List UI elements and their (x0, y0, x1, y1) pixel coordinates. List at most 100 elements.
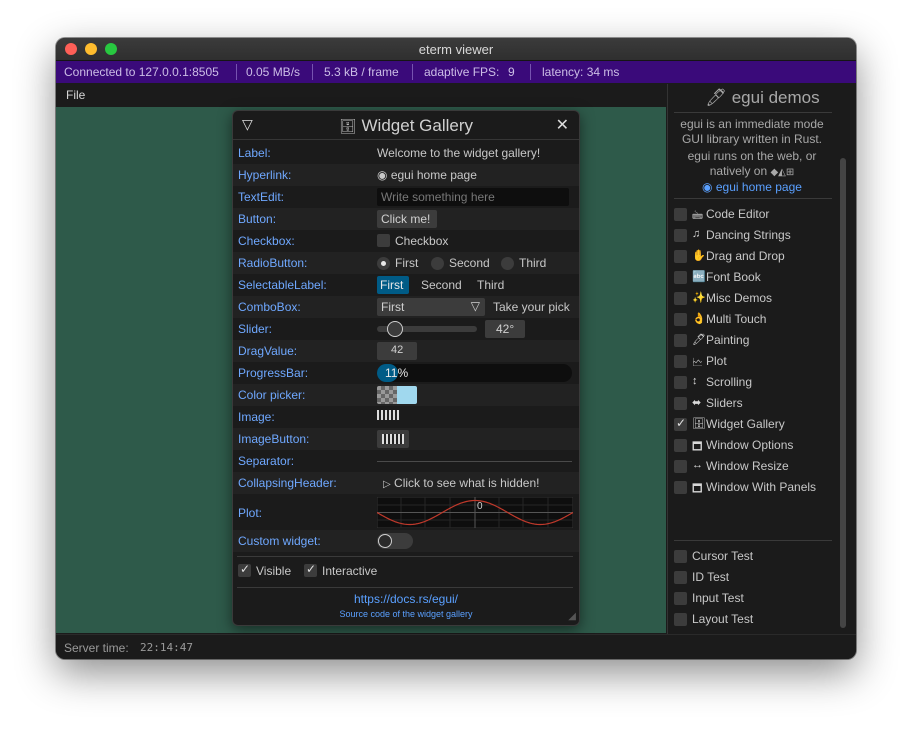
demo-label: Code Editor (706, 207, 770, 221)
demo-checkbox[interactable] (674, 439, 687, 452)
demo-checkbox[interactable] (674, 208, 687, 221)
sine-plot[interactable]: 0 (377, 497, 573, 528)
demo-checkbox[interactable] (674, 376, 687, 389)
test-label: Layout Test (692, 612, 754, 626)
demo-item[interactable]: ♫ Dancing Strings (674, 227, 834, 245)
demo-item[interactable]: 🔤 Font Book (674, 269, 834, 287)
docs-link[interactable]: https://docs.rs/egui/ (233, 592, 579, 606)
combo-box[interactable]: First ▽ (377, 298, 485, 316)
image-button[interactable] (377, 430, 409, 448)
demo-icon: ♫ (692, 228, 701, 240)
demo-item[interactable]: ⬌ Sliders (674, 395, 834, 413)
texture-image (377, 410, 399, 420)
demo-icon: 👌 (692, 313, 706, 325)
sidebar-description-2: egui runs on the web, or natively on (687, 149, 817, 178)
demo-checkbox[interactable] (674, 355, 687, 368)
test-item[interactable]: Cursor Test (674, 548, 834, 566)
slider-handle[interactable] (387, 321, 403, 337)
row-progressbar: ProgressBar: 11% (233, 362, 579, 384)
demo-item[interactable]: ✨ Misc Demos (674, 290, 834, 308)
row-plot: Plot: 0 (233, 494, 579, 530)
text-edit-input[interactable]: Write something here (377, 188, 569, 206)
radio-second[interactable] (431, 257, 444, 270)
demo-icon: 🖮 (692, 210, 703, 222)
demo-icon: 🗖 (692, 441, 703, 453)
demo-checkbox[interactable] (674, 397, 687, 410)
demo-checkbox[interactable] (674, 313, 687, 326)
interactive-checkbox[interactable] (304, 562, 317, 577)
demo-item[interactable]: 🖮 Code Editor (674, 206, 834, 224)
test-item[interactable]: Input Test (674, 590, 834, 608)
demo-icon: ↔ (692, 459, 703, 471)
demo-label: Window Resize (706, 459, 789, 473)
demo-icon: ✋ (692, 250, 706, 262)
test-checkbox[interactable] (674, 571, 687, 584)
widget-gallery-window: ▽ 🗄 Widget Gallery ✕ Label: Welcome to t… (232, 110, 580, 626)
drag-value[interactable]: 42 (377, 342, 417, 360)
demo-checkbox[interactable] (674, 271, 687, 284)
row-custom: Custom widget: (233, 530, 579, 552)
fps-value: 9 (508, 65, 515, 79)
demo-icon: ⬌ (692, 397, 702, 409)
demo-item[interactable]: 👌 Multi Touch (674, 311, 834, 329)
demo-icon: 🗄 (692, 418, 706, 430)
demo-checkbox[interactable] (674, 416, 687, 431)
test-checkbox[interactable] (674, 550, 687, 563)
test-item[interactable]: ID Test (674, 569, 834, 587)
demo-checkbox[interactable] (674, 460, 687, 473)
connection-status: Connected to 127.0.0.1:8505 (64, 65, 219, 79)
demo-label: Sliders (706, 396, 743, 410)
visible-checkbox[interactable] (238, 562, 251, 577)
app-window: eterm viewer Connected to 127.0.0.1:8505… (56, 38, 856, 659)
sidebar-home-link[interactable]: ◉ egui home page (668, 180, 836, 194)
source-link[interactable]: Source code of the widget gallery (233, 609, 579, 619)
row-textedit: TextEdit: Write something here (233, 186, 579, 208)
gallery-title: 🗄 Widget Gallery (339, 116, 473, 135)
demo-checkbox[interactable] (674, 229, 687, 242)
click-me-button[interactable]: Click me! (377, 210, 437, 228)
sidebar-scrollbar[interactable] (840, 158, 846, 628)
resize-grip-icon[interactable]: ◢ (568, 611, 576, 622)
demo-label: Drag and Drop (706, 249, 785, 263)
row-imagebutton: ImageButton: (233, 428, 579, 450)
checkbox[interactable] (377, 234, 390, 247)
test-item[interactable]: Layout Test (674, 611, 834, 629)
demo-checkbox[interactable] (674, 481, 687, 494)
demo-item[interactable]: 🗖 Window Options (674, 437, 834, 455)
demo-item[interactable]: 🖊 Painting (674, 332, 834, 350)
test-label: ID Test (692, 570, 730, 584)
demo-label: Window Options (706, 438, 794, 452)
toggle-switch[interactable] (377, 533, 413, 549)
demo-label: Multi Touch (706, 312, 767, 326)
close-icon[interactable]: ✕ (556, 115, 569, 135)
demo-checkbox[interactable] (674, 334, 687, 347)
demo-label: Painting (706, 333, 750, 347)
radio-first[interactable] (377, 257, 390, 270)
platform-icons: ◆◭⊞ (770, 167, 795, 178)
window-title: eterm viewer (418, 42, 494, 57)
color-swatch[interactable] (377, 386, 417, 404)
test-checkbox[interactable] (674, 592, 687, 605)
selectable-first[interactable]: First (377, 276, 409, 294)
row-dragvalue: DragValue: 42 (233, 340, 579, 362)
demo-icon: 🖊 (692, 334, 706, 346)
cabinet-icon: 🗄 (339, 118, 357, 134)
radio-third[interactable] (501, 257, 514, 270)
demo-item[interactable]: ↔ Window Resize (674, 458, 834, 476)
test-checkbox[interactable] (674, 613, 687, 626)
sidebar-description: egui is an immediate mode GUI library wr… (680, 117, 824, 146)
demo-item[interactable]: 🗖 Window With Panels (674, 479, 834, 497)
demo-item[interactable]: 🗄Widget Gallery (674, 416, 834, 434)
demo-checkbox[interactable] (674, 292, 687, 305)
row-radio: RadioButton: First Second Third (233, 252, 579, 274)
demo-item[interactable]: ✋ Drag and Drop (674, 248, 834, 266)
menu-file[interactable]: File (66, 88, 85, 102)
demo-checkbox[interactable] (674, 250, 687, 263)
globe-icon: ◉ (702, 180, 713, 194)
demo-item[interactable]: ↕ Scrolling (674, 374, 834, 392)
demo-icon: 🔤 (692, 271, 706, 283)
server-time-label: Server time: (64, 641, 129, 655)
slider-value[interactable]: 42° (485, 320, 525, 338)
demo-item[interactable]: 🗠 Plot (674, 353, 834, 371)
pencil-icon: 🖊 (705, 88, 727, 107)
